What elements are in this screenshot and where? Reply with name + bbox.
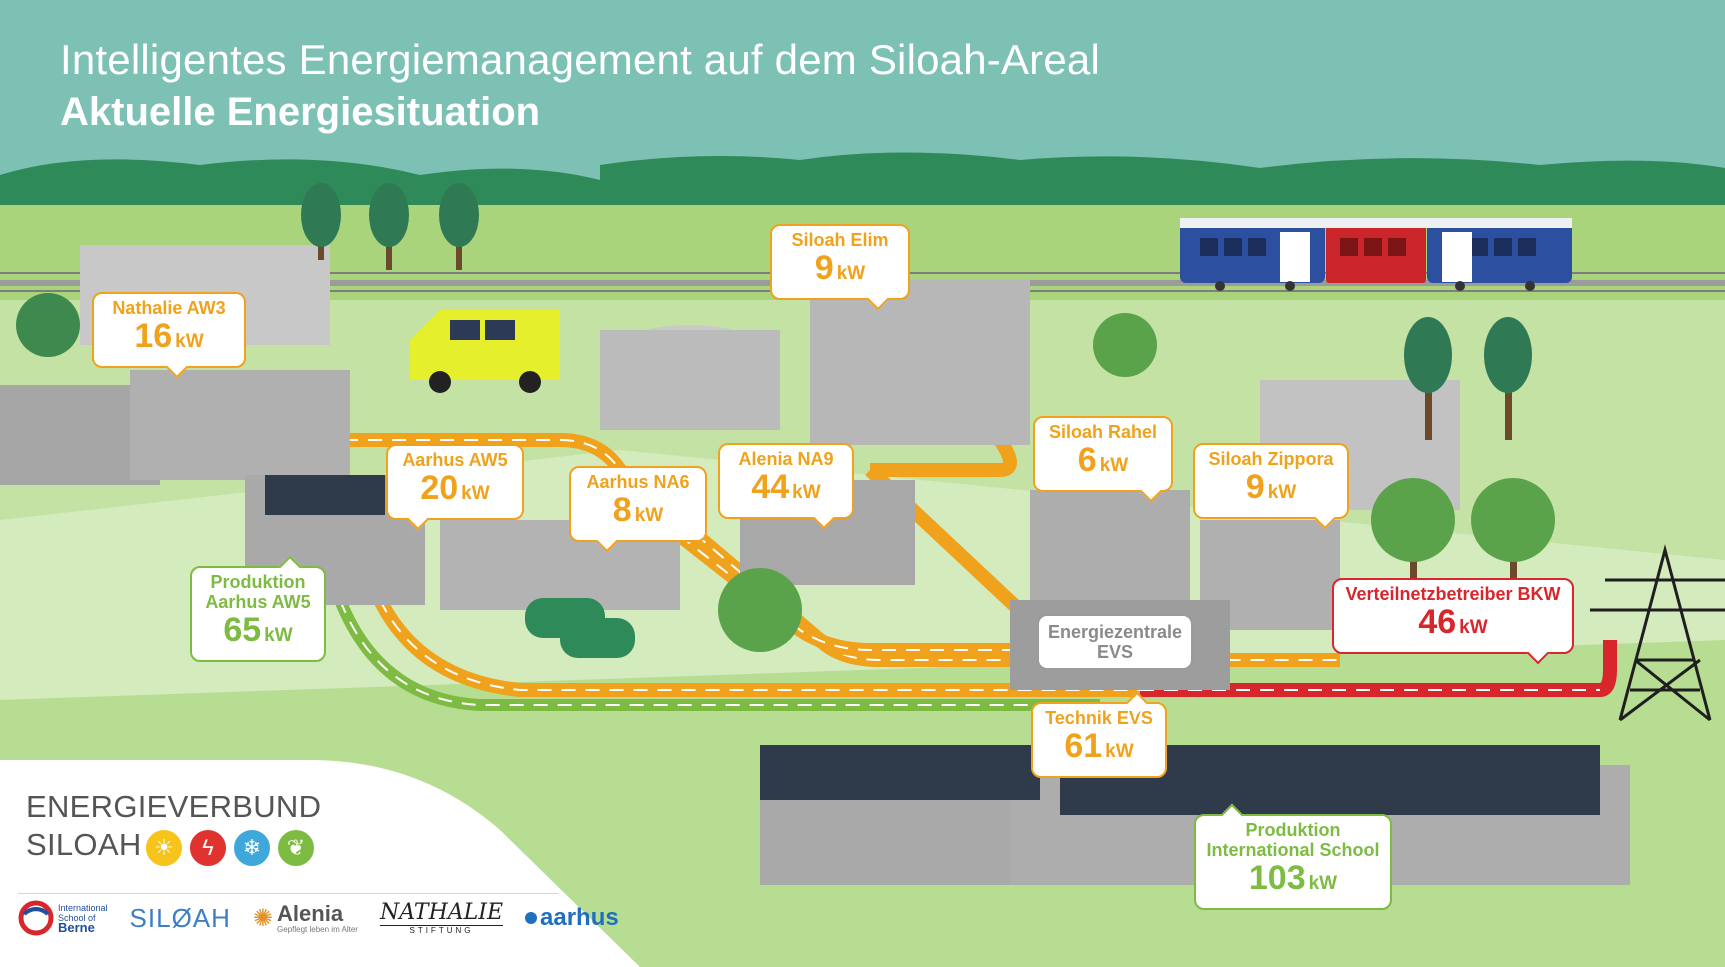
callout-name: Aarhus NA6 bbox=[586, 472, 690, 492]
nathalie-sub: STIFTUNG bbox=[379, 925, 504, 935]
logo-siloah: SILØAH bbox=[129, 902, 231, 933]
callout-name: EVS bbox=[1096, 642, 1134, 662]
callout-produktion-aarhus-aw5: Produktion Aarhus AW5 65 kW bbox=[190, 566, 326, 662]
alenia-sun-icon: ✺ bbox=[252, 904, 274, 932]
aarhus-dot-icon bbox=[525, 912, 538, 924]
callout-name: Siloah Zippora bbox=[1208, 449, 1334, 469]
callout-siloah-elim: Siloah Elim 9 kW bbox=[770, 224, 910, 300]
callout-name: Energiezentrale bbox=[1047, 622, 1183, 642]
callout-siloah-zippora: Siloah Zippora 9 kW bbox=[1193, 443, 1349, 519]
partner-logos: International School of Berne SILØAH ✺ A… bbox=[18, 900, 619, 936]
page-title: Intelligentes Energiemanagement auf dem … bbox=[60, 36, 1101, 83]
logo-nathalie: NATHALIE STIFTUNG bbox=[379, 900, 504, 935]
callout-unit: kW bbox=[175, 331, 204, 352]
callout-name: Produktion bbox=[1245, 820, 1341, 840]
logo-international-school: International School of Berne bbox=[18, 900, 108, 936]
callout-unit: kW bbox=[1308, 873, 1338, 894]
callout-name: Aarhus AW5 bbox=[205, 592, 311, 612]
callout-name: Technik EVS bbox=[1045, 708, 1153, 728]
callout-value: 9 bbox=[1245, 468, 1265, 506]
callout-value: 9 bbox=[814, 249, 834, 287]
page-subtitle: Aktuelle Energiesituation bbox=[60, 90, 541, 134]
callout-siloah-rahel: Siloah Rahel 6 kW bbox=[1033, 416, 1173, 492]
callout-name: Produktion bbox=[210, 572, 306, 592]
sun-icon: ☀ bbox=[144, 828, 184, 868]
callout-produktion-international-school: Produktion International School 103 kW bbox=[1194, 814, 1392, 910]
callout-value: 16 bbox=[134, 317, 173, 355]
callout-unit: kW bbox=[1267, 482, 1297, 503]
callout-unit: kW bbox=[634, 505, 664, 526]
school-emblem-icon bbox=[18, 900, 54, 936]
callout-name: Siloah Elim bbox=[791, 230, 889, 250]
lightning-icon: ϟ bbox=[188, 828, 228, 868]
header: Intelligentes Energiemanagement auf dem … bbox=[60, 36, 1100, 135]
callout-unit: kW bbox=[264, 625, 293, 646]
callout-name: Verteilnetzbetreiber BKW bbox=[1345, 584, 1561, 604]
callout-verteilnetzbetreiber-bkw: Verteilnetzbetreiber BKW 46 kW bbox=[1332, 578, 1574, 654]
callout-unit: kW bbox=[1099, 455, 1129, 476]
callout-alenia-na9: Alenia NA9 44 kW bbox=[718, 443, 854, 519]
logo-alenia: ✺ Alenia Gepflegt leben im Alter bbox=[252, 900, 358, 934]
callout-aarhus-aw5: Aarhus AW5 20 kW bbox=[386, 444, 524, 520]
nathalie-name: NATHALIE bbox=[379, 900, 504, 925]
callout-aarhus-na6: Aarhus NA6 8 kW bbox=[569, 466, 707, 542]
callout-name: Siloah Rahel bbox=[1048, 422, 1158, 442]
callout-technik-evs: Technik EVS 61 kW bbox=[1031, 702, 1167, 778]
callout-value: 65 bbox=[223, 611, 262, 649]
snowflake-icon: ❄ bbox=[232, 828, 272, 868]
aarhus-name: aarhus bbox=[540, 904, 619, 931]
callout-value: 8 bbox=[612, 491, 632, 529]
callout-nathalie-aw3: Nathalie AW3 16 kW bbox=[92, 292, 246, 368]
alenia-name: Alenia bbox=[277, 900, 344, 926]
divider bbox=[18, 893, 558, 894]
callout-value: 20 bbox=[420, 469, 459, 507]
tram-train bbox=[1180, 218, 1572, 291]
logo-aarhus: aarhus bbox=[525, 904, 619, 932]
callout-value: 6 bbox=[1077, 441, 1097, 479]
callout-unit: kW bbox=[836, 263, 866, 284]
callout-value: 103 bbox=[1248, 859, 1306, 897]
brand-line1: ENERGIEVERBUND bbox=[26, 789, 322, 824]
infographic-canvas: Intelligentes Energiemanagement auf dem … bbox=[0, 0, 1725, 967]
callout-name: Nathalie AW3 bbox=[112, 298, 226, 318]
callout-energiezentrale-evs: Energiezentrale EVS bbox=[1037, 614, 1193, 670]
alenia-tagline: Gepflegt leben im Alter bbox=[277, 924, 358, 934]
callout-name: International School bbox=[1206, 840, 1380, 860]
brand-icons: ☀ ϟ ❄ ❦ bbox=[144, 828, 316, 868]
school-name-line3: Berne bbox=[58, 920, 95, 935]
callout-name: Alenia NA9 bbox=[738, 449, 834, 469]
callout-value: 61 bbox=[1064, 727, 1103, 765]
callout-unit: kW bbox=[1105, 741, 1134, 762]
callout-value: 46 bbox=[1418, 603, 1457, 641]
callout-value: 44 bbox=[751, 468, 790, 506]
callout-unit: kW bbox=[1459, 617, 1488, 638]
callout-name: Aarhus AW5 bbox=[402, 450, 508, 470]
callout-unit: kW bbox=[461, 483, 490, 504]
callout-unit: kW bbox=[792, 482, 821, 503]
leaf-icon: ❦ bbox=[276, 828, 316, 868]
school-name-line1: International bbox=[58, 903, 108, 913]
